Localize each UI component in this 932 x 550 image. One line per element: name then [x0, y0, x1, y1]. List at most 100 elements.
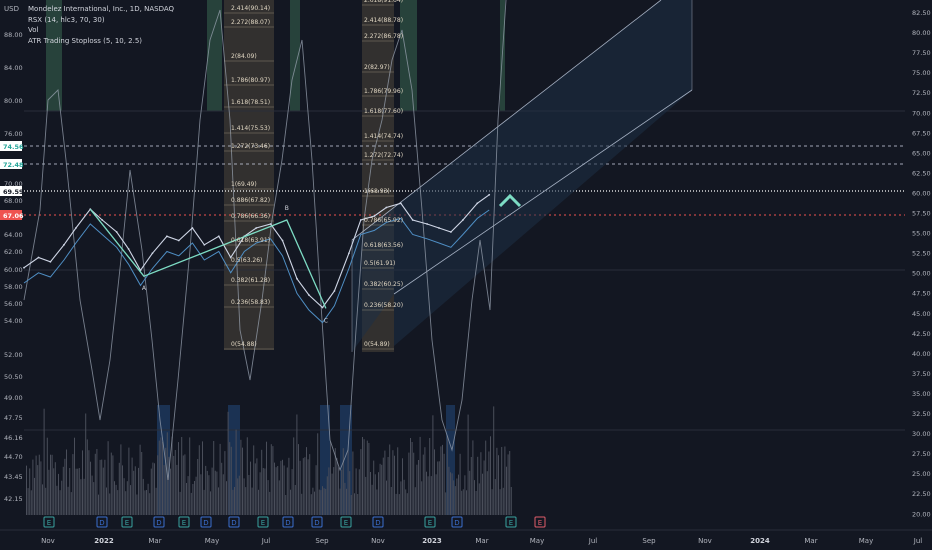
volume-bar: [171, 436, 173, 515]
volume-bar: [270, 444, 272, 515]
legend-rsx[interactable]: RSX (14, hlc3, 70, 30): [28, 15, 174, 26]
volume-bar: [342, 448, 344, 515]
chart-canvas[interactable]: ABC0(54.88)0.236(58.83)0.382(61.28)0.5(6…: [0, 0, 932, 550]
volume-bar: [336, 458, 338, 515]
volume-bar: [454, 486, 456, 515]
volume-bar: [491, 489, 493, 515]
earnings-marker: D: [454, 519, 459, 527]
price-point: [385, 206, 388, 209]
price-point: [399, 202, 402, 205]
volume-bar: [421, 481, 423, 515]
volume-bar: [317, 433, 319, 515]
volume-bar: [90, 461, 91, 515]
left-axis-tick: 46.16: [4, 434, 23, 442]
volume-bar: [91, 475, 93, 515]
volume-bar: [43, 408, 45, 515]
volume-bar: [398, 494, 400, 515]
volume-bar: [162, 441, 163, 515]
volume-bar: [58, 473, 59, 515]
rsx-overbought-zone: [207, 0, 222, 111]
earnings-marker: E: [509, 519, 513, 527]
price-label: 72.48: [3, 161, 24, 169]
volume-bar: [403, 479, 405, 515]
fib1-label: 1.272(73.46): [231, 143, 270, 150]
volume-bar: [187, 476, 189, 515]
volume-bar: [435, 474, 437, 515]
volume-bar: [205, 465, 207, 515]
price-point: [438, 227, 440, 229]
price-point: [23, 266, 25, 269]
volume-bar: [312, 487, 314, 515]
volume-bar: [96, 449, 98, 515]
volume-bar: [346, 488, 347, 515]
volume-bar: [78, 468, 80, 515]
price-point: [450, 231, 452, 233]
volume-bar: [248, 475, 250, 515]
volume-bar: [222, 474, 224, 515]
volume-bar: [355, 468, 357, 515]
volume-bar: [192, 484, 194, 515]
earnings-marker: D: [314, 519, 319, 527]
volume-bar: [259, 472, 261, 515]
price-point: [308, 294, 310, 296]
price-point: [462, 219, 464, 221]
volume-bar: [267, 480, 269, 515]
volume-bar: [326, 476, 328, 515]
volume-bar: [258, 489, 259, 515]
volume-bar: [50, 454, 51, 515]
right-axis-tick: 77.50: [912, 49, 931, 57]
legend-title[interactable]: Mondelez International, Inc., 1D, NASDAQ: [28, 4, 174, 15]
volume-bar: [86, 439, 88, 515]
volume-bar: [294, 485, 296, 515]
volume-bar: [136, 494, 138, 515]
fib2-label: 2.272(86.78): [364, 33, 403, 40]
right-axis-tick: 75.00: [912, 69, 931, 77]
legend-atr[interactable]: ATR Trading Stoploss (5, 10, 2.5): [28, 36, 174, 47]
volume-bar: [282, 459, 283, 515]
volume-bar: [256, 458, 258, 515]
volume-bar: [507, 454, 509, 515]
volume-bar: [325, 488, 327, 515]
volume-bar: [482, 473, 483, 515]
price-point: [203, 243, 206, 246]
volume-bar: [42, 484, 43, 515]
fib2-label: 0.5(61.91): [364, 260, 395, 267]
volume-bar: [472, 440, 474, 515]
volume-bar: [410, 438, 411, 515]
volume-bar: [272, 446, 274, 515]
volume-bar: [240, 439, 242, 515]
volume-bar: [370, 472, 371, 515]
volume-bar: [501, 447, 503, 515]
x-axis-tick: Jul: [913, 537, 923, 545]
volume-bar: [229, 442, 231, 515]
volume-bar: [502, 487, 504, 515]
volume-bar: [445, 492, 447, 515]
right-axis-tick: 82.50: [912, 9, 931, 17]
volume-bar: [470, 457, 472, 515]
volume-bar: [208, 475, 210, 515]
volume-bar: [94, 453, 96, 515]
earnings-marker: E: [125, 519, 129, 527]
volume-bar: [61, 480, 63, 515]
volume-bar: [226, 481, 227, 515]
volume-bar: [474, 480, 475, 515]
volume-bar: [432, 415, 434, 515]
volume-bar: [155, 487, 157, 515]
volume-bar: [296, 414, 298, 515]
volume-bar: [366, 440, 368, 515]
x-axis-tick: May: [859, 537, 873, 545]
right-axis-tick: 25.00: [912, 470, 931, 478]
price-label: 74.56: [3, 143, 24, 151]
volume-bar: [429, 438, 431, 515]
volume-bar: [458, 474, 459, 515]
earnings-marker: E: [47, 519, 51, 527]
left-axis-tick: 54.00: [4, 317, 23, 325]
volume-bar: [221, 462, 223, 515]
volume-bar: [51, 454, 53, 515]
price-point: [115, 231, 118, 233]
price-point: [37, 256, 40, 259]
volume-bar: [347, 449, 349, 515]
fib2-label: 2.618(91.64): [364, 0, 403, 4]
volume-bar: [288, 457, 290, 515]
legend-vol[interactable]: Vol: [28, 25, 174, 36]
